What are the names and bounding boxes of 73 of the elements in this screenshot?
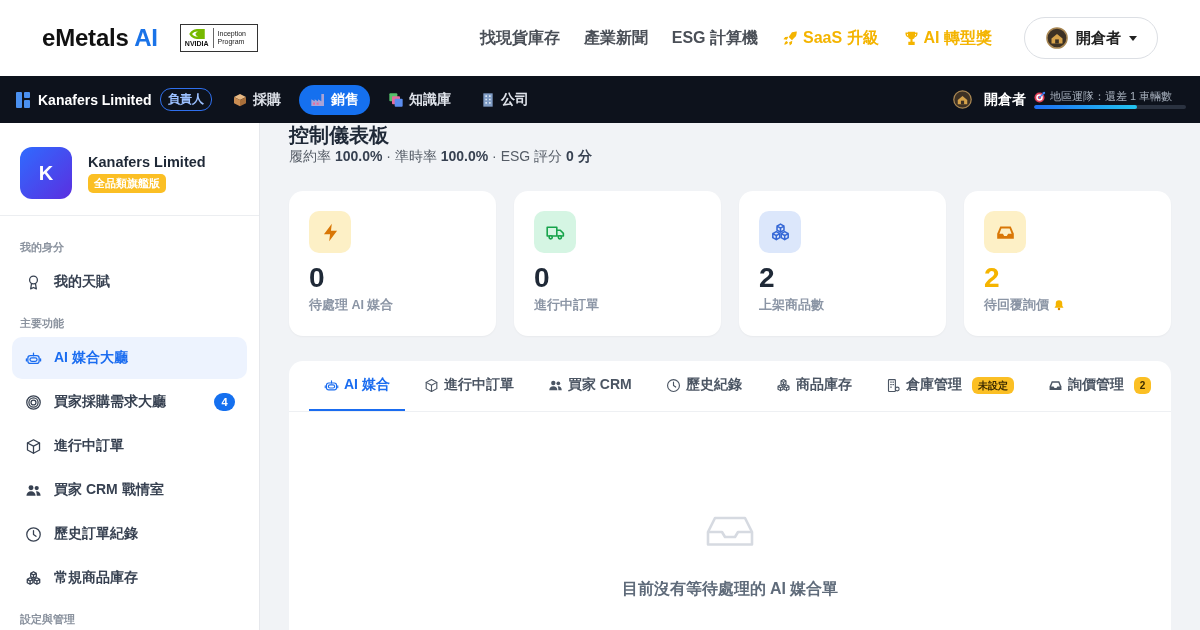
trophy-icon: [902, 29, 920, 47]
count-badge: 4: [214, 393, 235, 411]
eye-logo-icon: [188, 28, 205, 39]
tab[interactable]: 進行中訂單: [408, 361, 529, 411]
cubes-icon: [775, 377, 791, 393]
module-tab[interactable]: 知識庫: [376, 84, 462, 115]
stat-label: 待回覆詢價: [984, 297, 1049, 313]
caret-icon: [1128, 35, 1137, 41]
stat-label: 上架商品數: [759, 297, 824, 313]
stat-label: 待處理 AI 媒合: [309, 297, 394, 313]
grid-icon: [16, 91, 30, 108]
stats-summary: 履約率 100.0% · 準時率 100.0% · ESG 評分 0 分: [289, 147, 593, 165]
bolt-icon: [309, 211, 351, 253]
company-avatar: K: [20, 147, 72, 199]
module-tab[interactable]: 銷售: [298, 84, 370, 115]
sidebar-item[interactable]: 買家 CRM 戰情室: [12, 469, 247, 511]
building-icon: [885, 377, 901, 393]
box-icon: [423, 377, 439, 393]
nav-link[interactable]: ESG 計算機: [671, 27, 758, 49]
books-icon: [387, 91, 404, 108]
avatar-icon: [953, 90, 972, 109]
org-name: Kanafers Limited: [38, 91, 152, 108]
sidebar-item[interactable]: 歷史訂單紀錄: [12, 513, 247, 555]
section-title: 設定與管理: [19, 612, 76, 627]
tab[interactable]: 歷史紀錄: [650, 361, 757, 411]
stat-value: 0: [534, 263, 551, 293]
page-title: 控制儀表板: [289, 123, 390, 147]
account-button[interactable]: 開倉者: [1024, 17, 1158, 59]
stat-label: 進行中訂單: [534, 297, 599, 313]
tray-icon: [706, 516, 754, 546]
dartboard-icon: [1034, 90, 1046, 103]
truck-icon: [534, 211, 576, 253]
target-icon: [25, 393, 42, 411]
stat-value: 2: [984, 263, 1001, 293]
bell-icon: [1053, 299, 1065, 311]
company-name: Kanafers Limited: [88, 153, 206, 171]
nav-link[interactable]: 產業新聞: [583, 27, 648, 49]
factory-icon: [309, 91, 326, 108]
nav-link[interactable]: 找現貨庫存: [479, 27, 560, 49]
progress-label: 地區運隊：還差 1 車輛數: [1050, 90, 1173, 103]
sidebar-item[interactable]: AI 媒合大廳: [12, 337, 247, 379]
stat-value: 2: [759, 263, 776, 293]
stat-value: 0: [309, 263, 326, 293]
tab[interactable]: 買家 CRM: [532, 361, 647, 411]
tab[interactable]: 倉庫管理 未設定: [870, 361, 1029, 411]
module-tab[interactable]: 採購: [220, 84, 292, 115]
section-title: 主要功能: [19, 316, 65, 331]
status-badge: 2: [1133, 376, 1152, 394]
section-title: 我的身分: [19, 240, 65, 255]
sidebar-item[interactable]: 進行中訂單: [12, 425, 247, 467]
tab[interactable]: AI 媒合: [309, 361, 405, 411]
package-icon: [231, 91, 248, 108]
clock-icon: [665, 377, 681, 393]
tab[interactable]: 詢價管理 2: [1032, 361, 1167, 411]
status-badge: 未設定: [971, 376, 1014, 394]
box-icon: [25, 437, 42, 455]
cubes-icon: [25, 569, 42, 587]
empty-message: 目前沒有等待處理的 AI 媒合單: [621, 579, 839, 599]
rocket-icon: [781, 29, 799, 47]
sidebar-item[interactable]: 我的天賦: [12, 261, 247, 303]
user-name: 開倉者: [984, 90, 1026, 109]
tray-icon: [984, 211, 1026, 253]
sidebar-item[interactable]: 常規商品庫存: [12, 557, 247, 599]
plan-badge: 全品類旗艦版: [88, 174, 166, 193]
module-tab[interactable]: 公司: [468, 84, 540, 115]
logo[interactable]: eMetals AI: [42, 24, 158, 52]
tab[interactable]: 商品庫存: [760, 361, 867, 411]
avatar-icon: [1045, 27, 1068, 49]
sidebar-item[interactable]: 買家採購需求大廳 4: [12, 381, 247, 423]
role-badge: 負責人: [159, 88, 212, 111]
robot-icon: [324, 377, 339, 393]
clock-icon: [25, 525, 42, 543]
cubes-icon: [759, 211, 801, 253]
